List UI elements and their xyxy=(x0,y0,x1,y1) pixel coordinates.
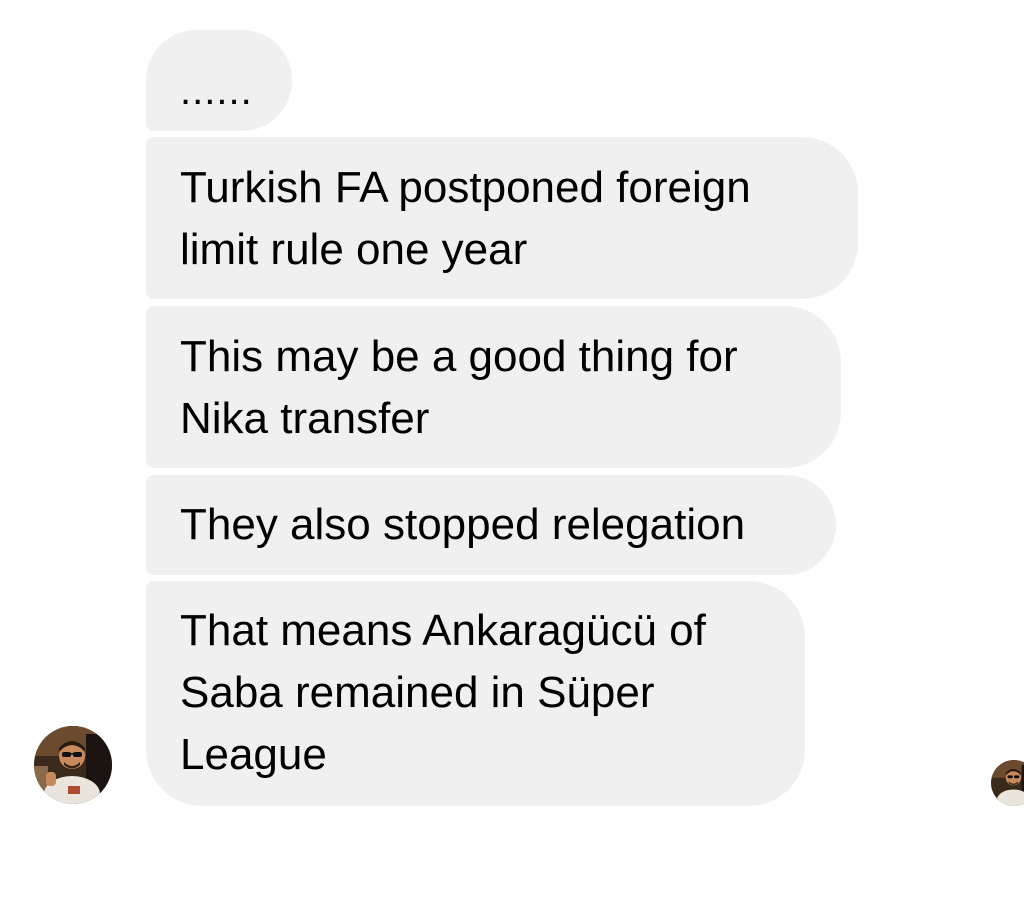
message-bubble[interactable]: They also stopped relegation xyxy=(146,475,836,575)
message-bubble[interactable]: This may be a good thing for Nika transf… xyxy=(146,306,841,468)
message-bubble-typing-dots[interactable]: ...... xyxy=(146,30,292,131)
message-bubble[interactable]: That means Ankaragücü of Saba remained i… xyxy=(146,581,805,806)
sender-avatar[interactable] xyxy=(34,726,112,804)
read-receipt-avatar xyxy=(991,760,1024,806)
message-bubble[interactable]: Turkish FA postponed foreign limit rule … xyxy=(146,137,858,299)
user-photo-avatar-icon xyxy=(34,726,112,804)
read-receipt-avatar-icon xyxy=(991,760,1024,806)
